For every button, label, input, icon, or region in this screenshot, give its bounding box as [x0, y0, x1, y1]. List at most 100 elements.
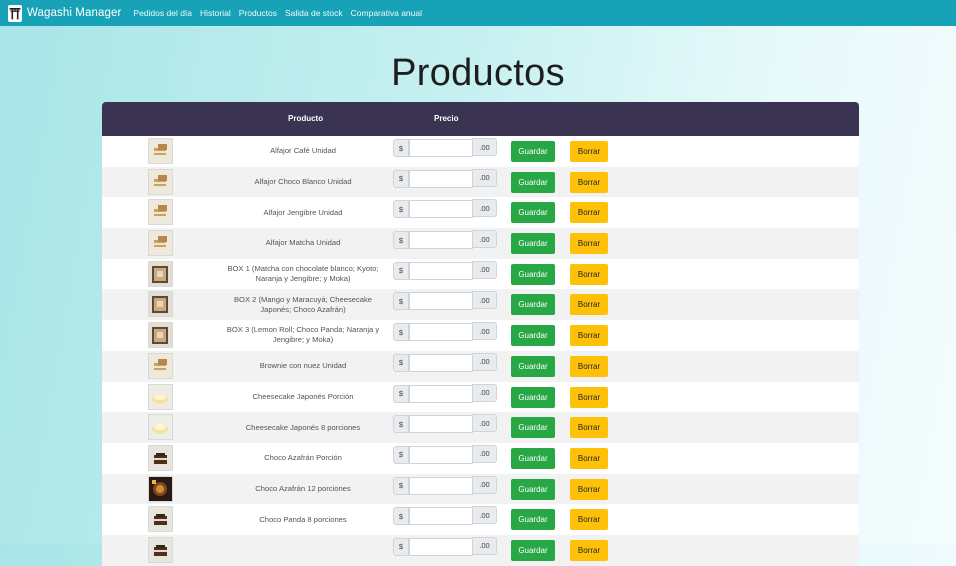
save-button[interactable]: Guardar [511, 325, 555, 347]
price-input[interactable] [409, 139, 473, 157]
price-input-group: $ .00 [393, 475, 497, 495]
brand[interactable]: Wagashi Manager [8, 4, 121, 22]
save-button[interactable]: Guardar [511, 539, 555, 561]
delete-button[interactable]: Borrar [570, 141, 608, 162]
product-image [148, 291, 173, 318]
column-header-price: Precio [434, 114, 459, 123]
decimal-suffix: .00 [472, 475, 497, 494]
save-button[interactable]: Guardar [511, 509, 555, 531]
save-button[interactable]: Guardar [511, 263, 555, 285]
delete-button[interactable]: Borrar [570, 294, 608, 316]
currency-prefix: $ [393, 169, 409, 188]
decimal-suffix: .00 [472, 230, 497, 249]
price-input[interactable] [409, 353, 473, 372]
product-name: Alfajor Café Unidad [270, 146, 336, 156]
delete-button[interactable]: Borrar [570, 325, 608, 347]
price-input[interactable] [409, 261, 473, 280]
save-button[interactable]: Guardar [511, 447, 555, 469]
currency-prefix: $ [393, 292, 409, 311]
products-table: Producto Precio Alfajor Café Unidad $ .00 G… [102, 102, 859, 566]
product-name: Brownie con nuez Unidad [259, 361, 347, 371]
price-input-group: $ .00 [393, 168, 497, 188]
delete-button[interactable]: Borrar [570, 233, 608, 255]
price-input-group: $ .00 [393, 506, 497, 526]
table-row: Alfajor Café Unidad $ .00 Guardar Borrar [102, 136, 859, 167]
price-input[interactable] [409, 323, 473, 342]
save-button[interactable]: Guardar [511, 386, 555, 408]
price-input-group: $ .00 [393, 536, 497, 556]
price-input-group: $ .00 [393, 230, 497, 250]
delete-button[interactable]: Borrar [570, 355, 608, 377]
delete-button[interactable]: Borrar [570, 539, 608, 561]
product-image [148, 444, 173, 471]
product-name: Choco Panda 8 porciones [259, 514, 347, 524]
price-input-group: $ .00 [393, 138, 497, 157]
price-input[interactable] [409, 476, 473, 495]
delete-button[interactable]: Borrar [570, 509, 608, 531]
delete-button[interactable]: Borrar [570, 478, 608, 500]
delete-button[interactable]: Borrar [570, 386, 608, 408]
currency-prefix: $ [393, 231, 409, 250]
product-image [148, 199, 173, 226]
price-input-group: $ .00 [393, 291, 497, 311]
delete-button[interactable]: Borrar [570, 417, 608, 439]
product-image [148, 230, 173, 257]
price-input[interactable] [409, 200, 473, 219]
decimal-suffix: .00 [472, 536, 497, 555]
save-button[interactable]: Guardar [511, 478, 555, 500]
product-name: Alfajor Jengibre Unidad [263, 207, 343, 217]
decimal-suffix: .00 [472, 383, 497, 402]
product-name: BOX 2 (Mango y Maracuyá; Cheesecake Japo… [233, 294, 373, 314]
table-row: $ .00 Guardar Borrar [102, 534, 859, 566]
price-input[interactable] [409, 292, 473, 311]
table-row: Cheesecake Japonés 8 porciones $ .00 Guarda… [102, 412, 859, 443]
save-button[interactable]: Guardar [511, 417, 555, 439]
product-image [148, 475, 173, 502]
nav-link-productos[interactable]: Productos [239, 8, 277, 18]
price-input-group: $ .00 [393, 444, 497, 464]
currency-prefix: $ [393, 200, 409, 219]
decimal-suffix: .00 [472, 322, 497, 341]
price-input-group: $ .00 [393, 199, 497, 219]
column-header-product: Producto [288, 114, 324, 123]
save-button[interactable]: Guardar [511, 294, 555, 316]
price-input[interactable] [409, 537, 473, 556]
save-button[interactable]: Guardar [511, 171, 555, 193]
delete-button[interactable]: Borrar [570, 447, 608, 469]
currency-prefix: $ [393, 139, 409, 157]
product-name: BOX 3 (Lemon Roll; Choco Panda; Naranja … [226, 325, 380, 345]
currency-prefix: $ [393, 415, 409, 434]
price-input[interactable] [409, 445, 473, 464]
price-input-group: $ .00 [393, 322, 497, 342]
nav-link-historial[interactable]: Historial [200, 8, 231, 18]
delete-button[interactable]: Borrar [570, 171, 608, 193]
table-header: Producto Precio [102, 102, 859, 136]
product-image [148, 383, 173, 410]
currency-prefix: $ [393, 323, 409, 342]
save-button[interactable]: Guardar [511, 233, 555, 255]
product-image [148, 352, 173, 379]
price-input[interactable] [409, 231, 473, 250]
save-button[interactable]: Guardar [511, 355, 555, 377]
nav-link-comparativa[interactable]: Comparativa anual [351, 8, 422, 18]
save-button[interactable]: Guardar [511, 141, 555, 162]
product-image [148, 536, 173, 563]
table-row: Alfajor Jengibre Unidad $ .00 Guardar Borrar [102, 197, 859, 229]
price-input[interactable] [409, 169, 473, 188]
price-input[interactable] [409, 384, 473, 403]
save-button[interactable]: Guardar [511, 202, 555, 224]
decimal-suffix: .00 [472, 291, 497, 310]
product-name: Alfajor Matcha Unidad [265, 238, 341, 248]
price-input[interactable] [409, 415, 473, 434]
nav-link-pedidos[interactable]: Pedidos del día [133, 8, 192, 18]
delete-button[interactable]: Borrar [570, 263, 608, 285]
table-row: Alfajor Matcha Unidad $ .00 Guardar Borrar [102, 228, 859, 259]
price-input-group: $ .00 [393, 383, 497, 403]
table-row: Choco Azafrán 12 porciones $ .00 Guardar Bor… [102, 473, 859, 505]
product-image [148, 506, 173, 533]
delete-button[interactable]: Borrar [570, 202, 608, 224]
nav-link-salida-stock[interactable]: Salida de stock [285, 8, 343, 18]
price-input-group: $ .00 [393, 414, 497, 434]
product-image [148, 322, 173, 349]
price-input[interactable] [409, 507, 473, 526]
